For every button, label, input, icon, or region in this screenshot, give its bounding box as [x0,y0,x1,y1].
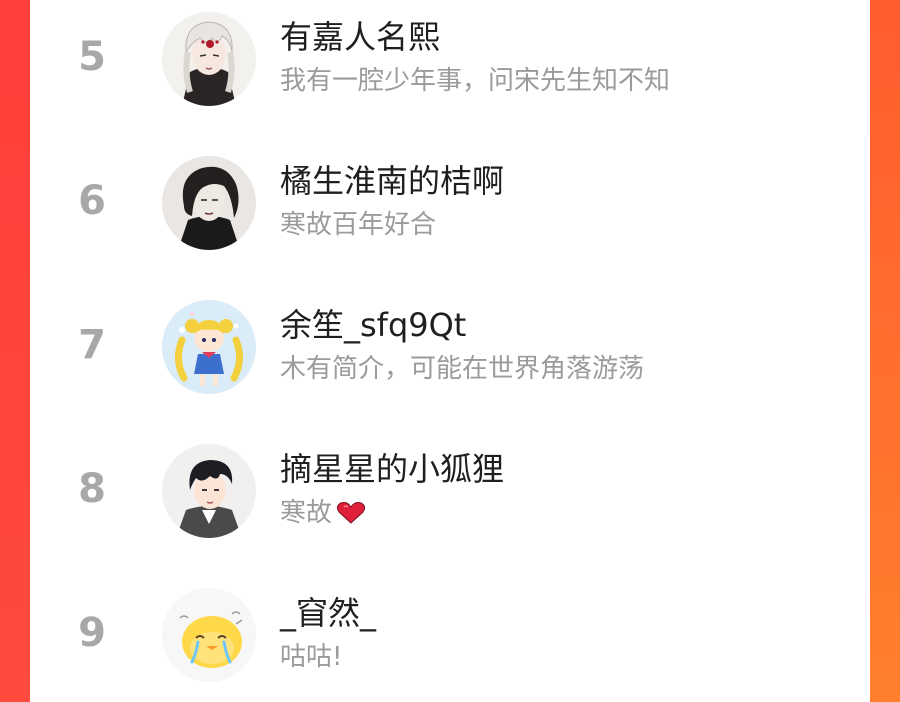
user-bio: 咕咕! [280,642,343,672]
list-item[interactable]: 7 余笙_sfq9Qt 木有简介，可能在世界角落游荡 [30,290,870,400]
user-bio: 我有一腔少年事，问宋先生知不知 [280,66,671,96]
user-bio: 寒故百年好合 [280,210,437,240]
avatar-sailor-girl [162,300,256,394]
rank-number: 9 [78,610,106,656]
rank-number: 5 [78,34,106,80]
avatar-anime-boy [162,444,256,538]
user-bio: 寒故 [280,492,366,529]
avatar-dark-hair-man [162,156,256,250]
heart-icon [336,501,366,525]
list-item[interactable]: 8 摘星星的小狐狸 寒故 [30,434,870,544]
background-right-strip [870,0,900,702]
bio-text: 寒故 [280,498,333,528]
rank-number: 6 [78,178,106,224]
list-item[interactable]: 9 _窅然_ 咕咕! [30,578,870,688]
ranking-list-card: 5 有嘉人名熙 我有一腔少年事，问宋先生知不知 6 橘生淮南的桔啊 寒故百年好合… [30,0,870,702]
user-name[interactable]: 余笙_sfq9Qt [280,300,466,346]
avatar[interactable] [162,12,256,106]
user-name[interactable]: 橘生淮南的桔啊 [280,156,504,202]
rank-number: 8 [78,466,106,512]
user-bio: 木有简介，可能在世界角落游荡 [280,354,645,384]
list-item[interactable]: 6 橘生淮南的桔啊 寒故百年好合 [30,146,870,256]
avatar[interactable] [162,156,256,250]
avatar[interactable] [162,588,256,682]
avatar-crying-chick [162,588,256,682]
avatar-white-hair-man [162,12,256,106]
avatar[interactable] [162,300,256,394]
user-name[interactable]: 摘星星的小狐狸 [280,444,504,490]
rank-number: 7 [78,322,106,368]
avatar[interactable] [162,444,256,538]
list-item[interactable]: 5 有嘉人名熙 我有一腔少年事，问宋先生知不知 [30,2,870,112]
background-left-strip [0,0,30,702]
user-name[interactable]: 有嘉人名熙 [280,12,440,58]
user-name[interactable]: _窅然_ [280,588,376,634]
